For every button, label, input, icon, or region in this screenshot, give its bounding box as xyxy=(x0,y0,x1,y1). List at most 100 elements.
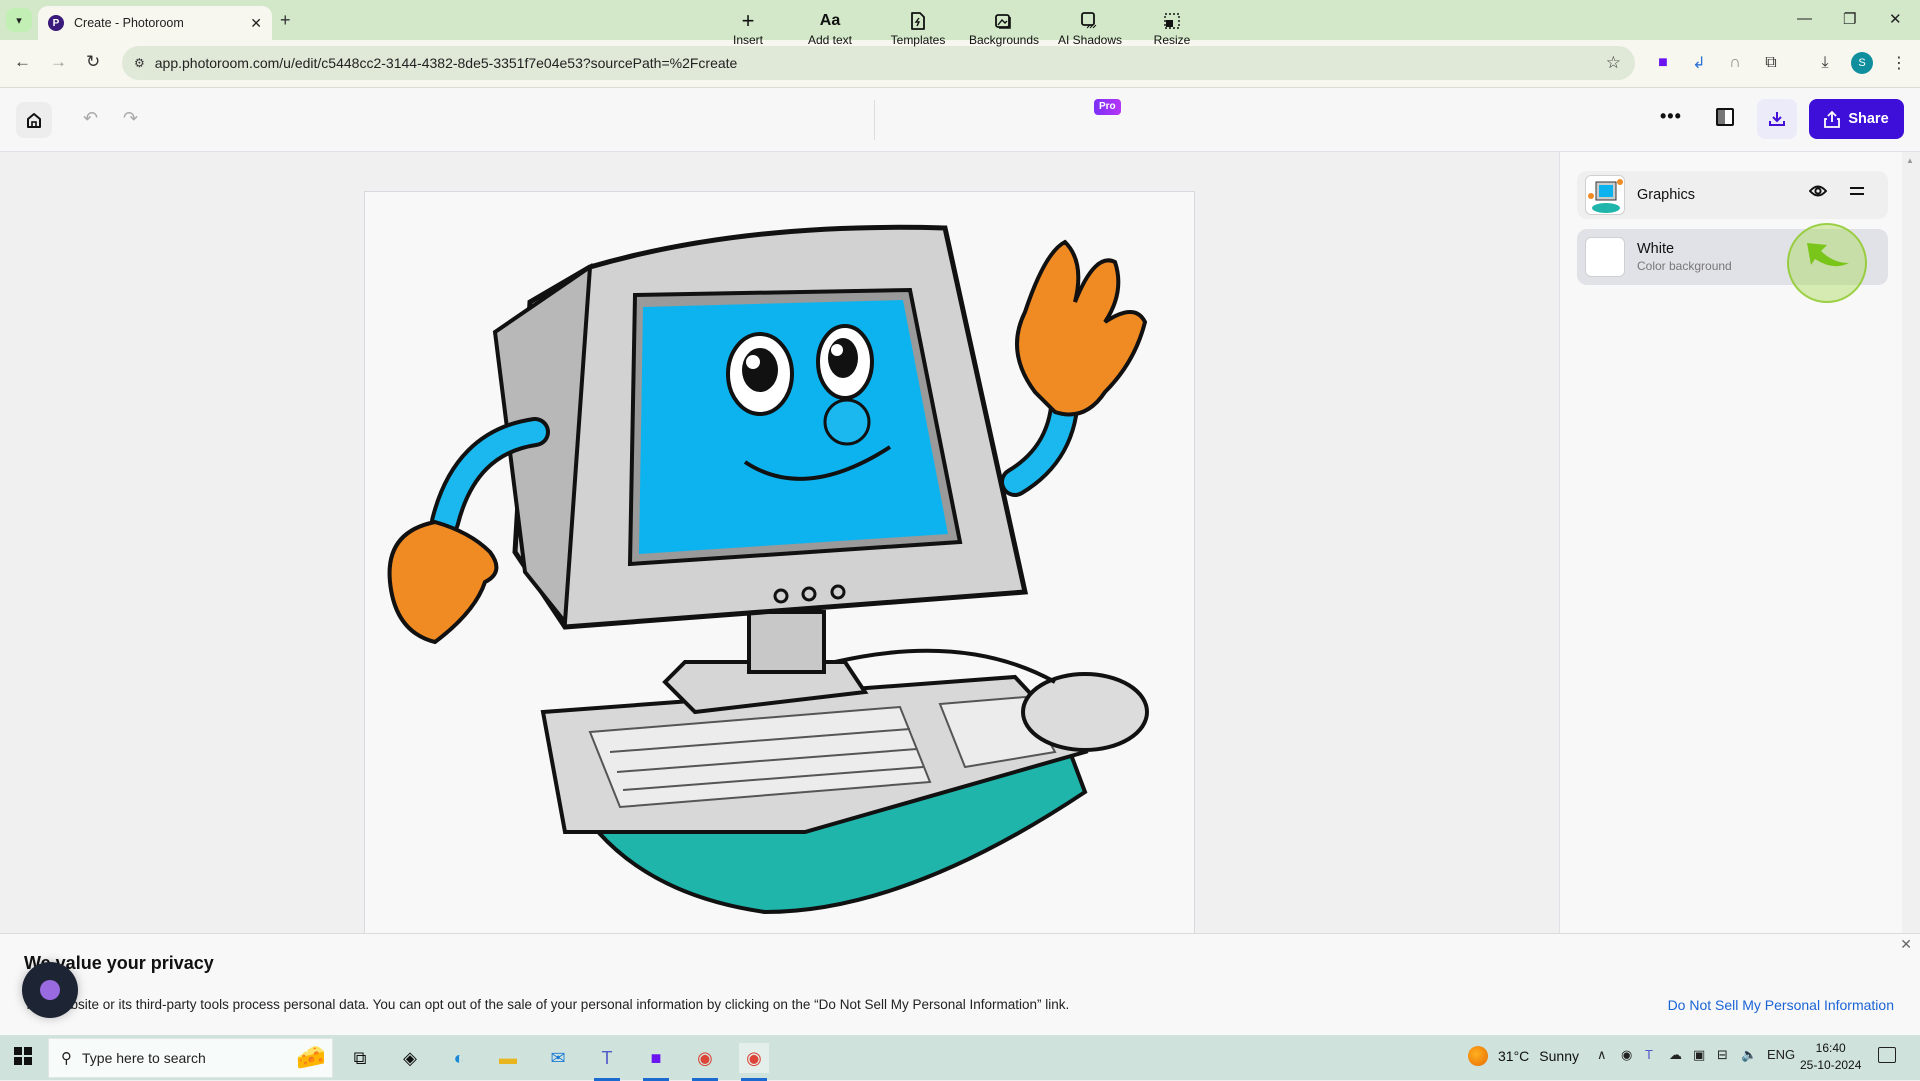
design-canvas[interactable] xyxy=(364,191,1195,933)
back-button[interactable]: ← xyxy=(14,52,31,72)
show-hidden-icons-chevron-icon[interactable]: ∧ xyxy=(1597,1047,1607,1063)
windows-start-icon[interactable] xyxy=(14,1047,32,1065)
minimize-button[interactable]: — xyxy=(1797,10,1812,27)
weather-widget[interactable]: 31°C Sunny xyxy=(1468,1046,1579,1066)
chrome-profile-s-icon[interactable]: ◉ xyxy=(739,1043,769,1081)
share-button[interactable]: Share xyxy=(1809,99,1904,139)
tab-search-button[interactable]: ▾ xyxy=(6,8,32,32)
new-tab-button[interactable]: + xyxy=(280,10,291,31)
editor-toolbar: ↶ ↷ xyxy=(0,88,1920,152)
forward-button[interactable]: → xyxy=(50,52,67,72)
purple-app-icon[interactable]: ■ xyxy=(641,1043,671,1081)
floating-assistant-button[interactable] xyxy=(22,962,78,1018)
download-button[interactable] xyxy=(1757,99,1797,139)
edge-icon[interactable]: ◐ xyxy=(444,1043,474,1073)
reload-button[interactable]: ↻ xyxy=(86,52,100,72)
extension-purple-icon[interactable]: ■ xyxy=(1650,50,1676,76)
compare-view-button[interactable] xyxy=(1716,108,1734,126)
templates-button[interactable]: Templates xyxy=(888,10,948,54)
taskbar-search-box[interactable]: ⚲ Type here to search 🧀 xyxy=(48,1038,333,1078)
insert-button[interactable]: + Insert xyxy=(728,8,768,54)
ai-shadows-button[interactable]: AI Shadows xyxy=(1056,10,1124,54)
tab-title: Create - Photoroom xyxy=(74,16,184,30)
browser-menu-icon[interactable]: ⋮ xyxy=(1886,50,1912,76)
resize-icon xyxy=(1164,10,1180,32)
url-text[interactable]: app.photoroom.com/u/edit/c5448cc2-3144-4… xyxy=(155,55,1606,71)
scroll-up-arrow-icon[interactable]: ▲ xyxy=(1906,156,1914,165)
copilot-icon[interactable]: ◈ xyxy=(395,1043,425,1073)
backgrounds-button[interactable]: Backgrounds xyxy=(966,10,1042,54)
home-icon xyxy=(27,112,41,128)
site-info-icon[interactable]: ⚙ xyxy=(134,56,145,70)
redo-button[interactable]: ↷ xyxy=(123,108,138,129)
add-text-button[interactable]: Aa Add text xyxy=(805,10,855,54)
layer-item-graphics[interactable]: Graphics xyxy=(1577,171,1888,219)
toolbar-divider xyxy=(874,100,875,140)
notification-center-icon[interactable] xyxy=(1878,1047,1896,1063)
teams-tray-icon[interactable]: T xyxy=(1645,1047,1653,1062)
computer-character-graphic[interactable] xyxy=(365,192,1195,933)
templates-icon xyxy=(911,10,925,32)
clock-time: 16:40 xyxy=(1815,1041,1846,1055)
eye-visibility-icon[interactable] xyxy=(1809,184,1827,198)
layer-name: Graphics xyxy=(1637,187,1696,203)
share-icon xyxy=(1824,110,1841,128)
browser-tab-bar: ▾ P Create - Photoroom ✕ + — ❐ ✕ xyxy=(0,0,1920,40)
teams-icon[interactable]: T xyxy=(592,1043,622,1081)
browser-tab[interactable]: P Create - Photoroom ✕ xyxy=(38,6,272,40)
file-explorer-icon[interactable]: ▬ xyxy=(493,1043,523,1073)
mail-icon[interactable]: ✉ xyxy=(543,1043,573,1073)
text-icon: Aa xyxy=(819,12,841,29)
do-not-sell-link[interactable]: Do Not Sell My Personal Information xyxy=(1668,997,1894,1013)
right-glove-graphic xyxy=(1015,239,1148,417)
panel-scrollbar[interactable] xyxy=(1902,152,1920,933)
search-icon: ⚲ xyxy=(61,1050,72,1067)
layer-name: White xyxy=(1637,241,1675,257)
drag-handle-icon[interactable] xyxy=(1849,186,1865,196)
layer-thumbnail xyxy=(1585,175,1625,215)
extension-blue-icon[interactable]: ↲ xyxy=(1686,50,1712,76)
clock-date: 25-10-2024 xyxy=(1800,1058,1862,1072)
browser-address-row: ← → ↻ ⚙ app.photoroom.com/u/edit/c5448cc… xyxy=(0,40,1920,88)
address-bar[interactable]: ⚙ app.photoroom.com/u/edit/c5448cc2-3144… xyxy=(122,46,1635,80)
language-indicator[interactable]: ENG xyxy=(1767,1047,1795,1062)
close-window-button[interactable]: ✕ xyxy=(1889,10,1902,28)
privacy-banner: We value your privacy This website or it… xyxy=(0,933,1920,1035)
photoroom-favicon-icon: P xyxy=(48,15,64,31)
home-button[interactable] xyxy=(16,102,52,138)
cursor-arrow-icon xyxy=(1807,243,1849,267)
ai-shadows-icon xyxy=(1081,10,1099,32)
camera-icon[interactable]: ▣ xyxy=(1693,1047,1705,1063)
extension-arc-icon[interactable]: ∩ xyxy=(1722,50,1748,76)
mouse-graphic xyxy=(1021,672,1149,752)
privacy-body: This website or its third-party tools pr… xyxy=(24,997,1070,1012)
search-highlight-decoration-icon: 🧀 xyxy=(296,1044,326,1071)
sun-icon xyxy=(1468,1046,1488,1066)
resize-button[interactable]: Resize xyxy=(1152,10,1192,54)
download-icon xyxy=(1769,112,1785,126)
windows-taskbar: ⚲ Type here to search 🧀 ⧉ ◈ ◐ ▬ ✉ T ■ ◉ … xyxy=(0,1035,1920,1081)
bookmark-star-icon[interactable]: ☆ xyxy=(1606,53,1621,73)
record-icon[interactable]: ◉ xyxy=(1621,1047,1632,1063)
assistant-orb-icon xyxy=(40,980,60,1000)
onedrive-icon[interactable]: ☁ xyxy=(1669,1047,1682,1063)
undo-button[interactable]: ↶ xyxy=(83,108,98,129)
backgrounds-icon xyxy=(995,10,1013,32)
volume-icon[interactable]: 🔈 xyxy=(1741,1047,1757,1063)
tab-close-icon[interactable]: ✕ xyxy=(250,15,262,32)
more-options-button[interactable]: ••• xyxy=(1660,106,1682,127)
left-glove-graphic xyxy=(387,519,499,645)
pro-badge: Pro xyxy=(1094,99,1121,115)
taskbar-clock[interactable]: 16:40 25-10-2024 xyxy=(1800,1040,1861,1074)
plus-icon: + xyxy=(741,8,755,33)
task-view-icon[interactable]: ⧉ xyxy=(345,1043,375,1073)
profile-avatar[interactable]: S xyxy=(1851,52,1873,74)
extensions-puzzle-icon[interactable]: ⧉ xyxy=(1758,50,1784,76)
layer-subtitle: Color background xyxy=(1637,259,1732,273)
network-icon[interactable]: ⊟ xyxy=(1717,1047,1728,1063)
chrome-profile-a-icon[interactable]: ◉ xyxy=(690,1043,720,1081)
chevron-down-icon: ▾ xyxy=(16,14,22,27)
privacy-close-icon[interactable]: ✕ xyxy=(1900,936,1912,953)
downloads-icon[interactable]: ⤓ xyxy=(1812,50,1838,76)
restore-button[interactable]: ❐ xyxy=(1843,10,1856,28)
